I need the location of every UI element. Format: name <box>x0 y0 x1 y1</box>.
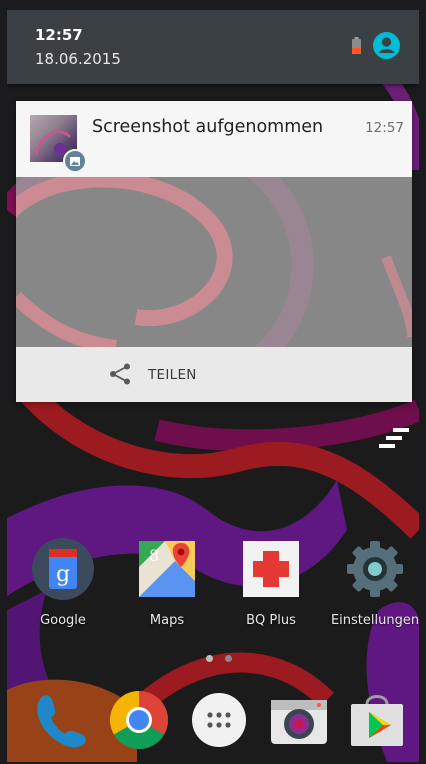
app-einstellungen[interactable]: Einstellungen <box>327 537 419 628</box>
share-label: TEILEN <box>148 367 197 383</box>
phone-icon[interactable] <box>31 690 91 750</box>
date: 18.06.2015 <box>35 50 121 68</box>
app-maps[interactable]: 8 Maps <box>119 537 215 628</box>
camera-icon[interactable] <box>269 690 329 750</box>
notification-shade-header: 12:57 18.06.2015 <box>7 10 419 84</box>
screenshot-notification[interactable]: Screenshot aufgenommen 12:57 TEILEN <box>16 101 412 402</box>
preview-image <box>16 177 412 347</box>
page-indicator-dot <box>206 655 213 662</box>
image-badge-icon <box>63 149 87 173</box>
settings-gear-icon <box>347 541 403 597</box>
user-account-icon[interactable] <box>373 32 400 59</box>
svg-text:8: 8 <box>149 546 159 565</box>
android-screen: 12:57 18.06.2015 Screenshot aufgenommen … <box>7 10 419 762</box>
share-icon <box>110 363 130 385</box>
app-label: Maps <box>149 613 185 628</box>
clear-all-notifications-icon[interactable] <box>379 428 411 448</box>
bq-plus-icon <box>243 541 299 597</box>
google-search-icon: g <box>32 538 94 600</box>
notification-time: 12:57 <box>365 120 404 136</box>
app-drawer-icon[interactable] <box>189 690 249 750</box>
maps-icon: 8 <box>139 541 195 597</box>
screenshot-preview[interactable] <box>16 177 412 347</box>
app-label: Google <box>40 613 86 628</box>
chrome-icon[interactable] <box>109 690 169 750</box>
svg-text:g: g <box>56 562 70 587</box>
app-label: BQ Plus <box>246 613 296 628</box>
page-indicator-dot <box>225 655 232 662</box>
app-label: Einstellungen <box>330 613 419 628</box>
battery-icon <box>352 37 361 54</box>
share-action-button[interactable]: TEILEN <box>16 347 412 402</box>
app-google[interactable]: g Google <box>15 537 111 628</box>
notification-header[interactable]: Screenshot aufgenommen 12:57 <box>16 101 412 177</box>
clock: 12:57 <box>35 26 83 44</box>
app-bq-plus[interactable]: BQ Plus <box>223 537 319 628</box>
play-store-icon[interactable] <box>347 690 407 750</box>
notification-title: Screenshot aufgenommen <box>92 117 324 137</box>
